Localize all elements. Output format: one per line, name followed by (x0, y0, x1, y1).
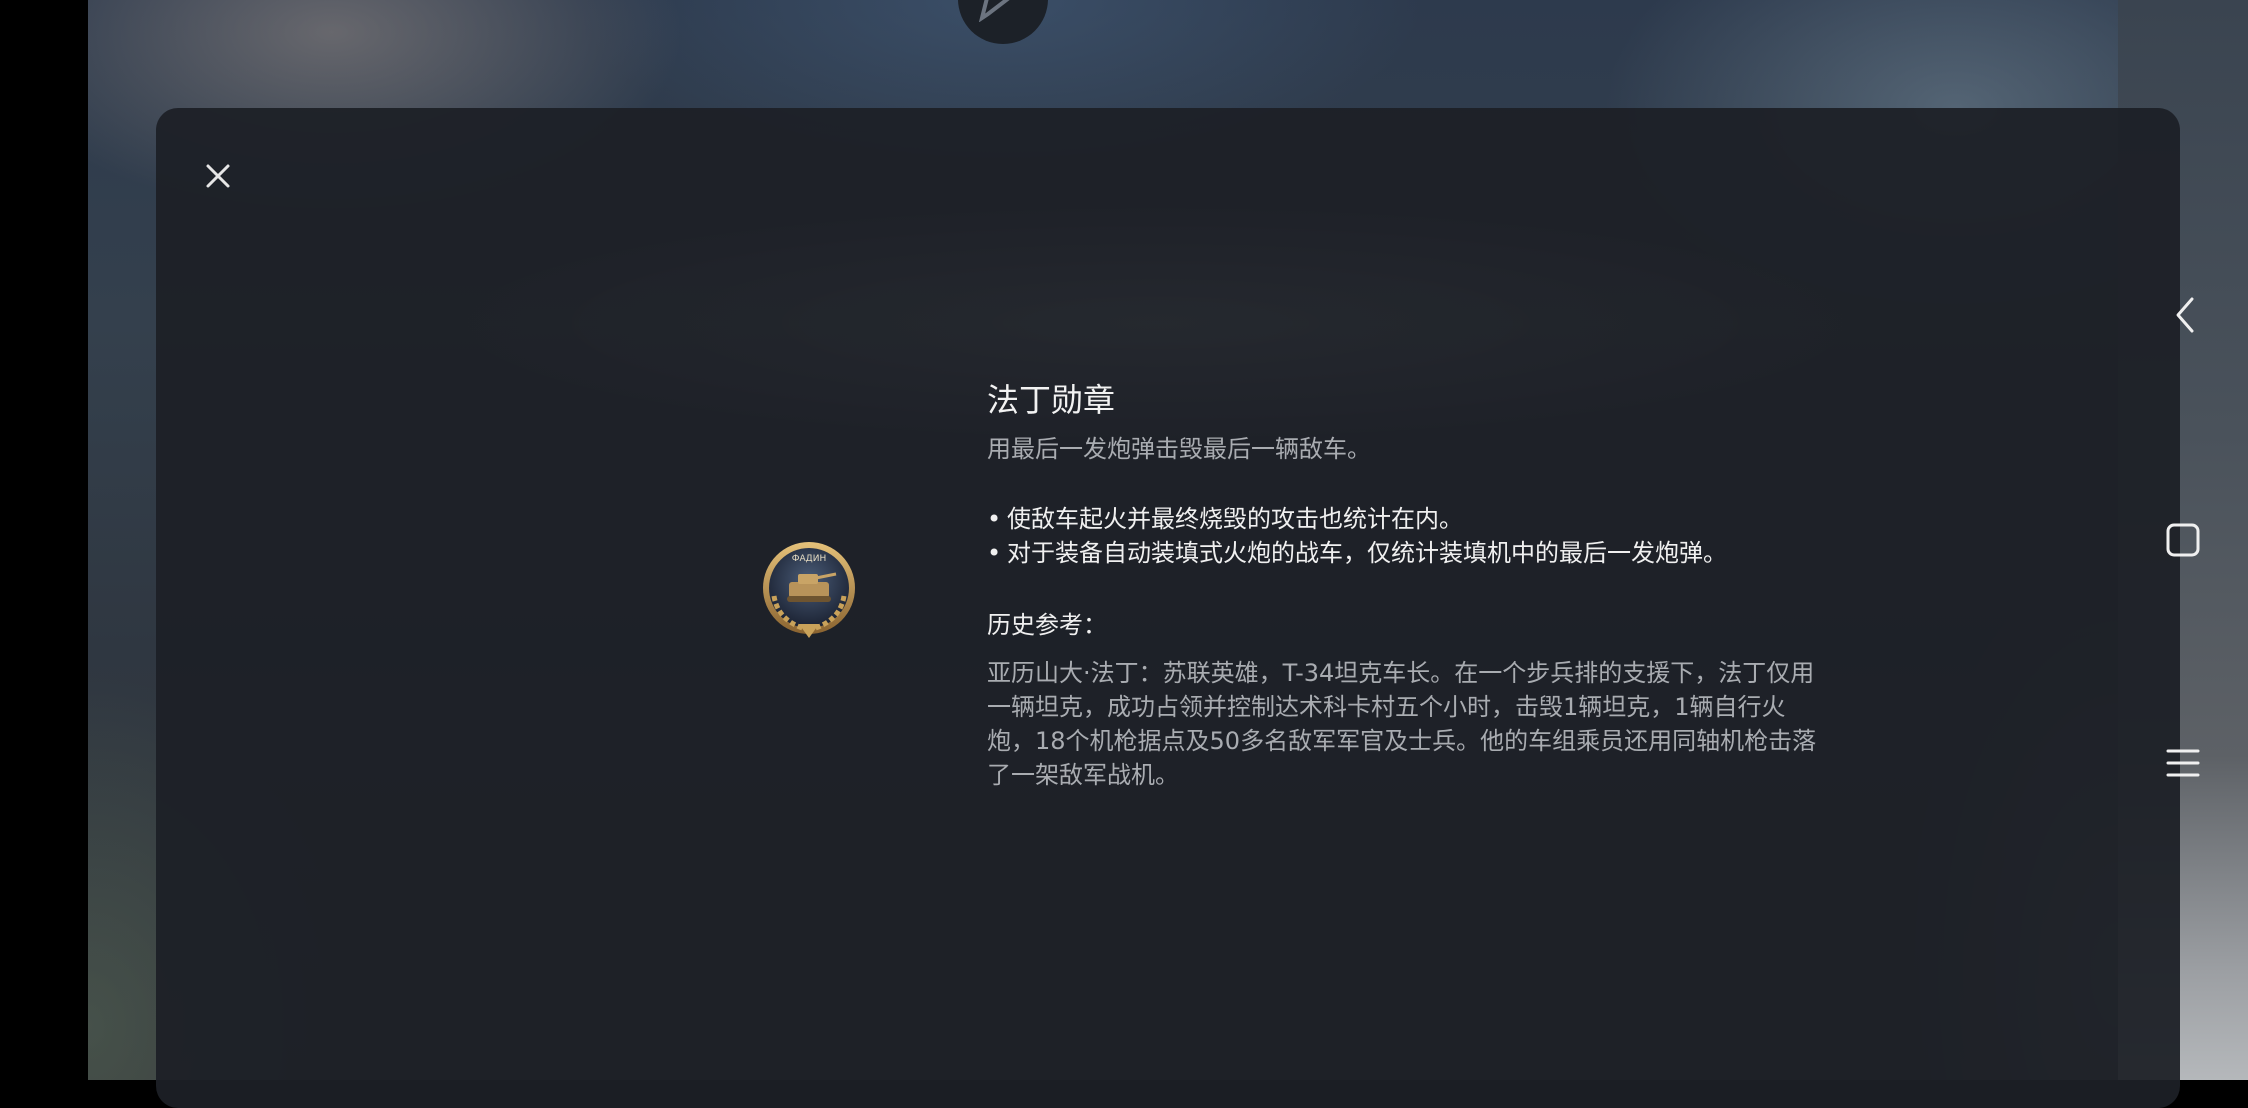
top-emblem (958, 0, 1048, 44)
condition-text: 对于装备自动装填式火炮的战车，仅统计装填机中的最后一发炮弹。 (1007, 539, 1727, 567)
condition-item: • 使敌车起火并最终烧毁的攻击也统计在内。 (987, 502, 1827, 536)
back-button[interactable] (2156, 285, 2216, 345)
back-chevron-icon (2176, 297, 2194, 333)
home-square-icon (2166, 523, 2200, 557)
history-label: 历史参考： (987, 611, 1107, 639)
recents-button[interactable] (2153, 733, 2213, 793)
close-button[interactable] (200, 158, 236, 194)
condition-item: • 对于装备自动装填式火炮的战车，仅统计装填机中的最后一发炮弹。 (987, 536, 1827, 570)
home-button[interactable] (2153, 510, 2213, 570)
condition-text: 使敌车起火并最终烧毁的攻击也统计在内。 (1007, 505, 1463, 533)
medal-inscription: ФАДИН (792, 554, 826, 564)
close-icon (206, 164, 230, 188)
fadin-medal-image: ФАДИН (756, 538, 862, 644)
achievement-details-text: 法丁勋章 用最后一发炮弹击毁最后一辆敌车。 • 使敌车起火并最终烧毁的攻击也统计在… (987, 380, 1827, 792)
achievement-subtitle: 用最后一发炮弹击毁最后一辆敌车。 (987, 435, 1371, 463)
achievement-title: 法丁勋章 (987, 381, 1116, 419)
menu-lines-icon (2166, 749, 2200, 777)
history-text: 亚历山大·法丁：苏联英雄，T-34坦克车长。在一个步兵排的支援下，法丁仅用一辆坦… (987, 659, 1817, 789)
condition-list: • 使敌车起火并最终烧毁的攻击也统计在内。 • 对于装备自动装填式火炮的战车，仅统计… (987, 502, 1827, 570)
